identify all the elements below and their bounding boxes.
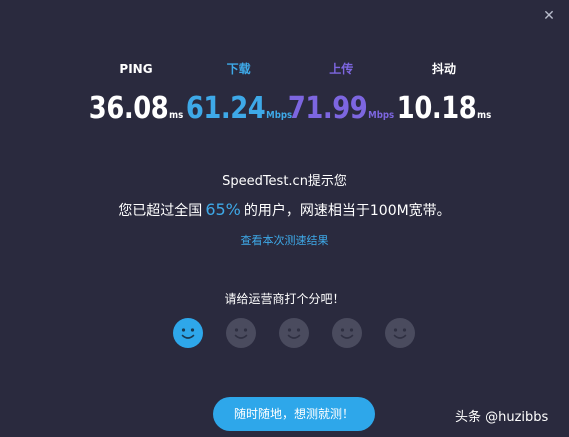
- smiley-face-icon[interactable]: [332, 318, 362, 348]
- prompt-prefix: 您已超过全国: [118, 203, 203, 219]
- rating-title: 请给运营商打个分吧！: [224, 292, 345, 306]
- watermark: 头条 @huzibbs: [455, 410, 549, 425]
- smiley-face-icon[interactable]: [385, 318, 415, 348]
- smiley-face-icon[interactable]: [226, 318, 256, 348]
- speedtest-window: ✕ PING 36.08 ms 下载 61.24 Mbps 上传 71.99 M…: [0, 0, 569, 437]
- metric-ping: PING 36.08 ms: [85, 60, 187, 126]
- smiley-face-icon[interactable]: [279, 318, 309, 348]
- metric-jitter-number: 10.18: [396, 91, 477, 126]
- metric-download-label: 下载: [226, 62, 251, 76]
- metric-ping-label: PING: [119, 62, 153, 76]
- metric-ping-number: 36.08: [88, 91, 169, 126]
- metric-ping-value: 36.08 ms: [88, 91, 184, 126]
- metric-jitter-unit: ms: [477, 110, 492, 121]
- metric-download: 下载 61.24 Mbps: [185, 60, 291, 126]
- prompt-suffix: 的用户，网速相当于100M宽带。: [243, 203, 451, 219]
- metric-download-value: 61.24 Mbps: [185, 91, 291, 126]
- metric-upload-value: 71.99 Mbps: [288, 91, 394, 126]
- metric-jitter-label: 抖动: [431, 62, 456, 76]
- metric-jitter-value: 10.18 ms: [396, 91, 492, 126]
- test-anytime-button[interactable]: 随时随地，想测就测！: [213, 397, 375, 431]
- prompt-summary: 您已超过全国 65% 的用户，网速相当于100M宽带。: [0, 200, 569, 220]
- smiley-face-icon[interactable]: [173, 318, 203, 348]
- metric-upload-unit: Mbps: [368, 110, 395, 121]
- close-icon[interactable]: ✕: [542, 9, 556, 23]
- metrics-row: PING 36.08 ms 下载 61.24 Mbps 上传 71.99 Mbp…: [85, 60, 495, 126]
- view-result-link[interactable]: 查看本次测速结果: [0, 232, 569, 248]
- metric-upload-number: 71.99: [288, 91, 368, 126]
- metric-jitter: 抖动 10.18 ms: [393, 60, 495, 126]
- metric-upload: 上传 71.99 Mbps: [288, 60, 394, 126]
- metric-upload-label: 上传: [329, 62, 354, 76]
- metric-ping-unit: ms: [169, 110, 184, 121]
- prompt-title: SpeedTest.cn提示您: [222, 174, 347, 189]
- rating-faces: [173, 318, 415, 348]
- metric-download-number: 61.24: [185, 91, 265, 126]
- percent-highlight: 65%: [205, 200, 241, 219]
